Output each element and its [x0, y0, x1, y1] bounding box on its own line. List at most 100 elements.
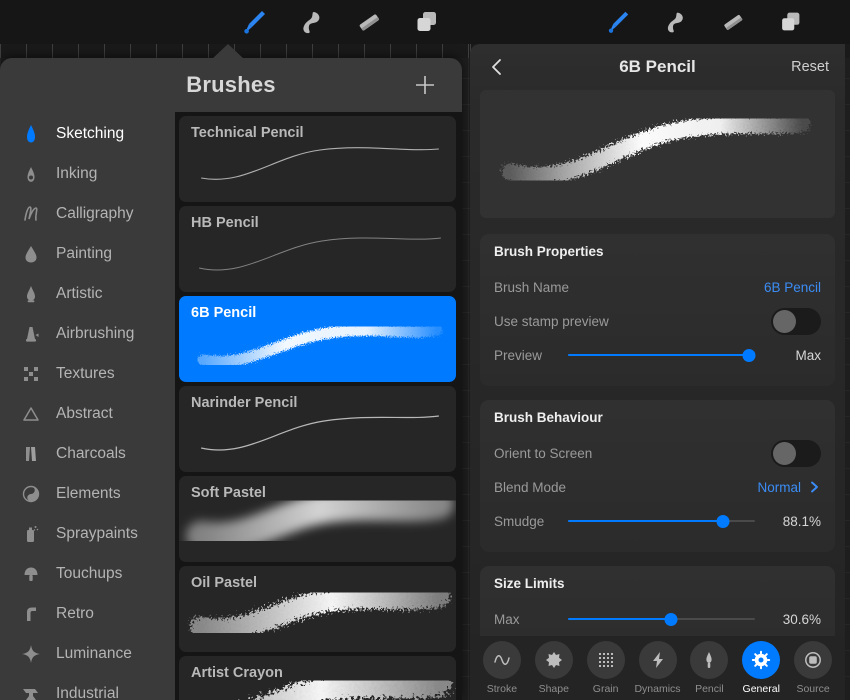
right-toolbar: [470, 0, 850, 44]
anvil-icon: [18, 681, 44, 700]
sidebar-item-label: Painting: [56, 245, 113, 262]
brush-item-label: Narinder Pencil: [191, 395, 298, 411]
sidebar-item-painting[interactable]: Painting: [0, 234, 175, 274]
layers-icon[interactable]: [762, 2, 820, 42]
tab-dynamics[interactable]: Dynamics: [632, 641, 684, 695]
brush-item-narinder-pencil[interactable]: Narinder Pencil: [179, 386, 456, 472]
sidebar-item-calligraphy[interactable]: Calligraphy: [0, 194, 175, 234]
smudge-slider[interactable]: [568, 512, 755, 530]
tab-source[interactable]: Source: [787, 641, 839, 695]
eraser-icon[interactable]: [704, 2, 762, 42]
slider-thumb[interactable]: [742, 348, 756, 362]
max-size-slider[interactable]: [568, 610, 755, 628]
brush-item-oil-pastel[interactable]: Oil Pastel: [179, 566, 456, 652]
sidebar-item-label: Luminance: [56, 645, 132, 662]
grid-dots-icon: [586, 641, 625, 679]
left-toolbar: [0, 0, 470, 44]
charcoal-icon: [18, 441, 44, 467]
retro-icon: [18, 601, 44, 627]
group-title: Brush Behaviour: [494, 410, 603, 425]
eraser-icon[interactable]: [340, 2, 398, 42]
studio-title: 6B Pencil: [619, 57, 696, 76]
brush-item-label: 6B Pencil: [191, 305, 257, 321]
sidebar-item-elements[interactable]: Elements: [0, 474, 175, 514]
sidebar-item-inking[interactable]: Inking: [0, 154, 175, 194]
popover-arrow: [212, 44, 244, 59]
wave-icon: [482, 641, 521, 679]
add-brush-button[interactable]: [410, 70, 440, 100]
row-label: Use stamp preview: [494, 313, 609, 329]
row-blend-mode[interactable]: Blend Mode Normal: [494, 470, 821, 504]
starburst-icon: [534, 641, 573, 679]
sidebar-item-airbrushing[interactable]: Airbrushing: [0, 314, 175, 354]
sidebar-item-luminance[interactable]: Luminance: [0, 634, 175, 674]
sidebar-item-touchups[interactable]: Touchups: [0, 554, 175, 594]
textures-icon: [18, 361, 44, 387]
use-stamp-preview-toggle[interactable]: [771, 307, 821, 335]
sidebar-item-label: Industrial: [56, 685, 119, 700]
tab-label: Dynamics: [634, 683, 681, 695]
sidebar-item-charcoals[interactable]: Charcoals: [0, 434, 175, 474]
tab-general[interactable]: General: [735, 641, 787, 695]
sidebar-item-industrial[interactable]: Industrial: [0, 674, 175, 700]
artistic-flame-icon: [18, 281, 44, 307]
studio-header: 6B Pencil Reset: [470, 44, 845, 90]
studio-tabbar: Stroke Shape Grain Dynamics Pencil Gener…: [470, 636, 845, 700]
row-label: Preview: [494, 347, 543, 363]
row-use-stamp-preview: Use stamp preview: [494, 304, 821, 338]
sidebar-item-abstract[interactable]: Abstract: [0, 394, 175, 434]
brush-item-6b-pencil[interactable]: 6B Pencil: [179, 296, 456, 382]
tab-label: Pencil: [695, 683, 724, 695]
slider-thumb[interactable]: [664, 612, 678, 626]
brushes-popover: Brushes Sketching Inking Calligraphy Pai…: [0, 58, 462, 700]
smudge-value: 88.1%: [782, 513, 821, 529]
touchup-brush-icon: [18, 561, 44, 587]
sidebar-item-label: Textures: [56, 365, 115, 382]
brush-item-label: Artist Crayon: [191, 665, 283, 681]
row-orient-to-screen: Orient to Screen: [494, 436, 821, 470]
brush-item-soft-pastel[interactable]: Soft Pastel: [179, 476, 456, 562]
paint-drop-icon: [18, 241, 44, 267]
sidebar-item-textures[interactable]: Textures: [0, 354, 175, 394]
settings-list: Brush Properties Brush Name 6B Pencil Us…: [470, 218, 845, 684]
sidebar-item-sketching[interactable]: Sketching: [0, 114, 175, 154]
brush-list: Technical Pencil HB Pencil 6B Pencil Nar…: [175, 112, 462, 700]
tab-pencil[interactable]: Pencil: [683, 641, 735, 695]
slider-fill: [568, 354, 750, 356]
preview-slider[interactable]: [568, 346, 756, 364]
paintbrush-icon[interactable]: [224, 2, 282, 42]
sparkle-icon: [18, 641, 44, 667]
sidebar-item-label: Artistic: [56, 285, 103, 302]
smudge-icon[interactable]: [282, 2, 340, 42]
spraycan-icon: [18, 521, 44, 547]
tab-grain[interactable]: Grain: [580, 641, 632, 695]
brush-item-label: Soft Pastel: [191, 485, 266, 501]
brush-item-artist-crayon[interactable]: Artist Crayon: [179, 656, 456, 700]
row-label: Max: [494, 611, 520, 627]
sidebar-item-label: Airbrushing: [56, 325, 135, 342]
group-title: Size Limits: [494, 576, 565, 591]
group-title: Brush Properties: [494, 244, 604, 259]
layers-icon[interactable]: [398, 2, 456, 42]
orient-to-screen-toggle[interactable]: [771, 439, 821, 467]
tab-stroke[interactable]: Stroke: [476, 641, 528, 695]
row-label: Orient to Screen: [494, 445, 593, 461]
yin-yang-icon: [18, 481, 44, 507]
row-brush-name[interactable]: Brush Name 6B Pencil: [494, 270, 821, 304]
sidebar-item-label: Inking: [56, 165, 98, 182]
reset-button[interactable]: Reset: [791, 59, 829, 75]
smudge-icon[interactable]: [646, 2, 704, 42]
row-label: Blend Mode: [494, 479, 567, 495]
sidebar-item-artistic[interactable]: Artistic: [0, 274, 175, 314]
row-preview: Preview Max: [494, 338, 821, 372]
slider-thumb[interactable]: [716, 514, 730, 528]
sidebar-item-spraypaints[interactable]: Spraypaints: [0, 514, 175, 554]
max-size-value: 30.6%: [782, 611, 821, 627]
brush-item-technical-pencil[interactable]: Technical Pencil: [179, 116, 456, 202]
chevron-left-icon[interactable]: [484, 54, 510, 80]
tab-shape[interactable]: Shape: [528, 641, 580, 695]
slider-fill: [568, 520, 724, 522]
brush-item-hb-pencil[interactable]: HB Pencil: [179, 206, 456, 292]
sidebar-item-retro[interactable]: Retro: [0, 594, 175, 634]
paintbrush-icon[interactable]: [588, 2, 646, 42]
